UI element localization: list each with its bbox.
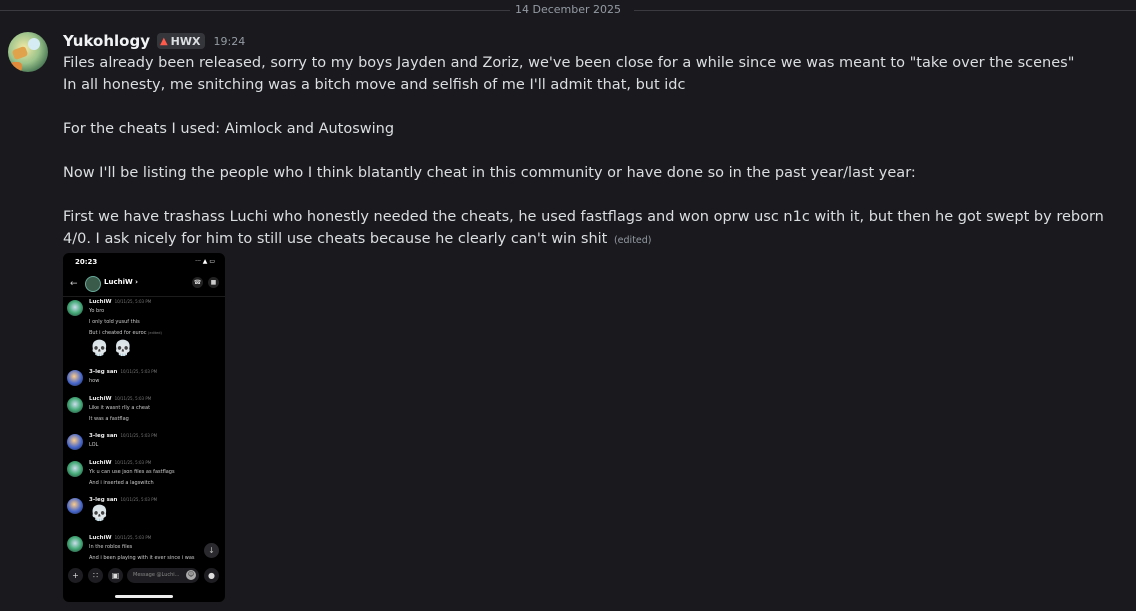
divider-line-right bbox=[634, 10, 1136, 11]
phone-timestamp: 10/11/25, 5:03 PM bbox=[120, 497, 158, 502]
username[interactable]: Yukohlogy bbox=[63, 32, 150, 50]
message-line-text: First we have trashass Luchi who honestl… bbox=[63, 209, 1104, 247]
phone-message-line: LOL bbox=[89, 442, 99, 448]
message-line: In all honesty, me snitching was a bitch… bbox=[63, 77, 686, 93]
phone-author-name: 3-leg san bbox=[89, 433, 118, 439]
phone-message-line: And i been playing with it ever since i … bbox=[89, 555, 195, 561]
message-header: Yukohlogy ▲ HWX 19:24 bbox=[63, 31, 1123, 51]
apps-icon: ∷ bbox=[88, 568, 103, 583]
phone-timestamp: 10/11/25, 5:03 PM bbox=[120, 369, 158, 374]
phone-message-line-text: But i cheated for euroc bbox=[89, 330, 147, 336]
phone-author: 3-leg san 10/11/25, 5:03 PM bbox=[89, 497, 157, 503]
phone-timestamp: 10/11/25, 5:03 PM bbox=[114, 460, 152, 465]
image-attachment[interactable]: 20:23 ··· ▲ ▭ ← LuchiW › ☎ ■ LuchiW 10/11… bbox=[63, 253, 225, 602]
phone-timestamp: 10/11/25, 5:03 PM bbox=[120, 433, 158, 438]
phone-message-line: I only told yusuf this bbox=[89, 319, 140, 325]
back-arrow-icon: ← bbox=[70, 279, 78, 289]
phone-dm-header: ← LuchiW › ☎ ■ bbox=[63, 273, 225, 295]
message-line: Now I'll be listing the people who I thi… bbox=[63, 165, 916, 181]
video-call-icon: ■ bbox=[208, 277, 219, 288]
phone-call-icon: ☎ bbox=[192, 277, 203, 288]
phone-author-name: LuchiW bbox=[89, 460, 112, 466]
phone-author: 3-leg san 10/11/25, 5:03 PM bbox=[89, 433, 157, 439]
microphone-icon: ● bbox=[204, 568, 219, 583]
phone-status-time: 20:23 bbox=[75, 258, 98, 266]
phone-input-placeholder: Message @Luchi... bbox=[133, 572, 180, 578]
phone-timestamp: 10/11/25, 5:03 PM bbox=[114, 299, 152, 304]
phone-author-name: 3-leg san bbox=[89, 369, 118, 375]
phone-message-line: how bbox=[89, 378, 100, 384]
flame-icon: ▲ bbox=[159, 35, 168, 47]
phone-author: LuchiW 10/11/25, 5:03 PM bbox=[89, 460, 151, 466]
phone-message-input: Message @Luchi... ☺ bbox=[127, 568, 199, 583]
date-divider: 14 December 2025 bbox=[0, 3, 1136, 16]
phone-message-line: And i inserted a lagswitch bbox=[89, 480, 154, 486]
phone-message-line: Like it wasnt rlly a cheat bbox=[89, 405, 151, 411]
phone-author-name: LuchiW bbox=[89, 535, 112, 541]
phone-author-name: 3-leg san bbox=[89, 497, 118, 503]
phone-dm-name: LuchiW › bbox=[104, 278, 139, 286]
message-content: Files already been released, sorry to my… bbox=[63, 52, 1123, 252]
phone-message-line: Yo bro bbox=[89, 308, 105, 314]
emoji-icon: ☺ bbox=[186, 570, 196, 580]
phone-avatar bbox=[67, 498, 83, 514]
plus-icon: + bbox=[68, 568, 83, 583]
phone-avatar bbox=[67, 397, 83, 413]
skull-emoji: 💀 bbox=[90, 504, 109, 522]
phone-edited-label: (edited) bbox=[148, 331, 162, 335]
scroll-down-icon: ↓ bbox=[204, 543, 219, 558]
home-indicator bbox=[115, 595, 173, 598]
phone-timestamp: 10/11/25, 5:03 PM bbox=[114, 396, 152, 401]
avatar-decoration bbox=[28, 38, 40, 50]
phone-author: LuchiW 10/11/25, 5:03 PM bbox=[89, 299, 151, 305]
message-line: For the cheats I used: Aimlock and Autos… bbox=[63, 121, 395, 137]
phone-message-line: But i cheated for euroc (edited) bbox=[89, 330, 162, 336]
skull-emoji: 💀 💀 bbox=[90, 339, 133, 357]
phone-dm-name-text: LuchiW bbox=[104, 278, 133, 286]
phone-avatar bbox=[67, 434, 83, 450]
phone-dm-avatar bbox=[85, 276, 101, 292]
user-avatar[interactable] bbox=[8, 32, 48, 72]
phone-author: LuchiW 10/11/25, 5:03 PM bbox=[89, 535, 151, 541]
message-timestamp[interactable]: 19:24 bbox=[214, 35, 246, 48]
phone-author-name: LuchiW bbox=[89, 396, 112, 402]
message-line: First we have trashass Luchi who honestl… bbox=[63, 206, 1123, 252]
phone-avatar bbox=[67, 370, 83, 386]
phone-timestamp: 10/11/25, 5:03 PM bbox=[114, 535, 152, 540]
phone-avatar bbox=[67, 536, 83, 552]
chat-message: Yukohlogy ▲ HWX 19:24 Files already been… bbox=[63, 31, 1123, 252]
phone-avatar bbox=[67, 300, 83, 316]
phone-status-icons: ··· ▲ ▭ bbox=[195, 258, 215, 265]
avatar-decoration bbox=[10, 62, 22, 72]
message-line: Files already been released, sorry to my… bbox=[63, 55, 1075, 71]
phone-author: 3-leg san 10/11/25, 5:03 PM bbox=[89, 369, 157, 375]
phone-author: LuchiW 10/11/25, 5:03 PM bbox=[89, 396, 151, 402]
server-tag-label: HWX bbox=[170, 34, 201, 48]
phone-message-line: In the roblox files bbox=[89, 544, 133, 550]
phone-header-divider bbox=[63, 296, 225, 297]
avatar-decoration bbox=[11, 45, 29, 61]
phone-avatar bbox=[67, 461, 83, 477]
gift-icon: ▣ bbox=[108, 568, 123, 583]
phone-composer: + ∷ ▣ Message @Luchi... ☺ ● bbox=[63, 565, 225, 587]
edited-label: (edited) bbox=[613, 235, 652, 246]
phone-author-name: LuchiW bbox=[89, 299, 112, 305]
phone-message-line: It was a fastflag bbox=[89, 416, 129, 422]
server-tag[interactable]: ▲ HWX bbox=[156, 33, 205, 49]
phone-message-line: Yk u can use json files as fastflags bbox=[89, 469, 175, 475]
